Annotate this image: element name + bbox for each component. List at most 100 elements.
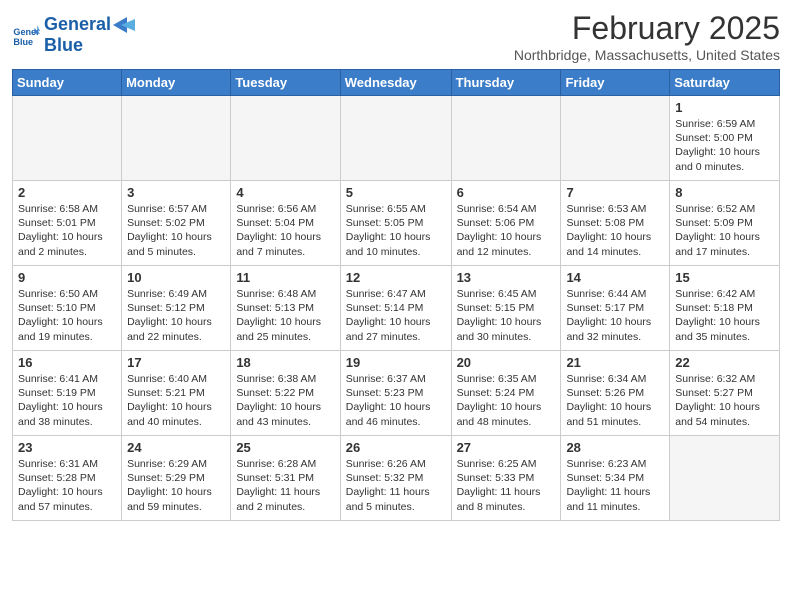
calendar-cell: 26 Sunrise: 6:26 AM Sunset: 5:32 PM Dayli…: [340, 436, 451, 521]
col-sunday: Sunday: [13, 70, 122, 96]
day-number: 15: [675, 270, 774, 285]
calendar-cell: 5 Sunrise: 6:55 AM Sunset: 5:05 PM Daylig…: [340, 181, 451, 266]
calendar-week-2: 9 Sunrise: 6:50 AM Sunset: 5:10 PM Daylig…: [13, 266, 780, 351]
day-number: 12: [346, 270, 446, 285]
calendar-cell: 23 Sunrise: 6:31 AM Sunset: 5:28 PM Dayli…: [13, 436, 122, 521]
calendar-cell: 13Sunrise: 6:45 AM Sunset: 5:15 PM Dayli…: [451, 266, 561, 351]
calendar-cell: 1 Sunrise: 6:59 AM Sunset: 5:00 PM Daylig…: [670, 96, 780, 181]
logo-icon: General Blue: [12, 21, 40, 49]
col-friday: Friday: [561, 70, 670, 96]
calendar-cell: 24Sunrise: 6:29 AM Sunset: 5:29 PM Dayli…: [122, 436, 231, 521]
day-info: Sunrise: 6:26 AM Sunset: 5:32 PM Dayligh…: [346, 457, 446, 514]
svg-text:Blue: Blue: [13, 37, 33, 47]
calendar-cell: 17Sunrise: 6:40 AM Sunset: 5:21 PM Dayli…: [122, 351, 231, 436]
day-info: Sunrise: 6:41 AM Sunset: 5:19 PM Dayligh…: [18, 372, 116, 429]
calendar-cell: [13, 96, 122, 181]
day-number: 25: [236, 440, 334, 455]
day-number: 23: [18, 440, 116, 455]
calendar-week-4: 23 Sunrise: 6:31 AM Sunset: 5:28 PM Dayli…: [13, 436, 780, 521]
calendar-cell: 2Sunrise: 6:58 AM Sunset: 5:01 PM Daylig…: [13, 181, 122, 266]
col-monday: Monday: [122, 70, 231, 96]
calendar-cell: [670, 436, 780, 521]
day-info: Sunrise: 6:54 AM Sunset: 5:06 PM Dayligh…: [457, 202, 556, 259]
day-number: 4: [236, 185, 334, 200]
day-number: 1: [675, 100, 774, 115]
day-number: 22: [675, 355, 774, 370]
calendar-cell: [451, 96, 561, 181]
day-info: Sunrise: 6:55 AM Sunset: 5:05 PM Dayligh…: [346, 202, 446, 259]
day-info: Sunrise: 6:35 AM Sunset: 5:24 PM Dayligh…: [457, 372, 556, 429]
day-number: 8: [675, 185, 774, 200]
day-info: Sunrise: 6:37 AM Sunset: 5:23 PM Dayligh…: [346, 372, 446, 429]
col-saturday: Saturday: [670, 70, 780, 96]
day-number: 20: [457, 355, 556, 370]
calendar-cell: 3 Sunrise: 6:57 AM Sunset: 5:02 PM Daylig…: [122, 181, 231, 266]
day-info: Sunrise: 6:47 AM Sunset: 5:14 PM Dayligh…: [346, 287, 446, 344]
day-number: 7: [566, 185, 664, 200]
logo-arrow-icon: [113, 17, 135, 33]
day-number: 16: [18, 355, 116, 370]
day-info: Sunrise: 6:59 AM Sunset: 5:00 PM Dayligh…: [675, 117, 774, 174]
logo-blue: Blue: [44, 35, 135, 56]
day-number: 17: [127, 355, 225, 370]
day-info: Sunrise: 6:45 AM Sunset: 5:15 PM Dayligh…: [457, 287, 556, 344]
day-info: Sunrise: 6:42 AM Sunset: 5:18 PM Dayligh…: [675, 287, 774, 344]
logo-general: General: [44, 14, 111, 35]
calendar-cell: 4 Sunrise: 6:56 AM Sunset: 5:04 PM Daylig…: [231, 181, 340, 266]
calendar-cell: 8 Sunrise: 6:52 AM Sunset: 5:09 PM Daylig…: [670, 181, 780, 266]
day-info: Sunrise: 6:49 AM Sunset: 5:12 PM Dayligh…: [127, 287, 225, 344]
col-wednesday: Wednesday: [340, 70, 451, 96]
logo: General Blue General Blue: [12, 14, 135, 56]
calendar-cell: 21Sunrise: 6:34 AM Sunset: 5:26 PM Dayli…: [561, 351, 670, 436]
day-number: 3: [127, 185, 225, 200]
calendar-cell: 20 Sunrise: 6:35 AM Sunset: 5:24 PM Dayli…: [451, 351, 561, 436]
location: Northbridge, Massachusetts, United State…: [514, 47, 780, 63]
day-info: Sunrise: 6:48 AM Sunset: 5:13 PM Dayligh…: [236, 287, 334, 344]
calendar-cell: 22 Sunrise: 6:32 AM Sunset: 5:27 PM Dayli…: [670, 351, 780, 436]
day-info: Sunrise: 6:28 AM Sunset: 5:31 PM Dayligh…: [236, 457, 334, 514]
calendar-cell: [231, 96, 340, 181]
day-number: 10: [127, 270, 225, 285]
day-info: Sunrise: 6:31 AM Sunset: 5:28 PM Dayligh…: [18, 457, 116, 514]
calendar-cell: 10 Sunrise: 6:49 AM Sunset: 5:12 PM Dayli…: [122, 266, 231, 351]
day-info: Sunrise: 6:57 AM Sunset: 5:02 PM Dayligh…: [127, 202, 225, 259]
calendar-cell: 28Sunrise: 6:23 AM Sunset: 5:34 PM Dayli…: [561, 436, 670, 521]
day-info: Sunrise: 6:50 AM Sunset: 5:10 PM Dayligh…: [18, 287, 116, 344]
day-info: Sunrise: 6:53 AM Sunset: 5:08 PM Dayligh…: [566, 202, 664, 259]
day-info: Sunrise: 6:58 AM Sunset: 5:01 PM Dayligh…: [18, 202, 116, 259]
day-number: 11: [236, 270, 334, 285]
day-number: 9: [18, 270, 116, 285]
day-number: 21: [566, 355, 664, 370]
calendar-cell: 27 Sunrise: 6:25 AM Sunset: 5:33 PM Dayli…: [451, 436, 561, 521]
calendar-cell: [561, 96, 670, 181]
col-tuesday: Tuesday: [231, 70, 340, 96]
day-info: Sunrise: 6:29 AM Sunset: 5:29 PM Dayligh…: [127, 457, 225, 514]
month-title: February 2025: [514, 10, 780, 47]
calendar-cell: [122, 96, 231, 181]
day-info: Sunrise: 6:38 AM Sunset: 5:22 PM Dayligh…: [236, 372, 334, 429]
calendar-cell: [340, 96, 451, 181]
calendar: Sunday Monday Tuesday Wednesday Thursday…: [12, 69, 780, 521]
day-number: 27: [457, 440, 556, 455]
calendar-cell: 12 Sunrise: 6:47 AM Sunset: 5:14 PM Dayli…: [340, 266, 451, 351]
calendar-cell: 25 Sunrise: 6:28 AM Sunset: 5:31 PM Dayli…: [231, 436, 340, 521]
calendar-week-1: 2Sunrise: 6:58 AM Sunset: 5:01 PM Daylig…: [13, 181, 780, 266]
day-info: Sunrise: 6:56 AM Sunset: 5:04 PM Dayligh…: [236, 202, 334, 259]
day-info: Sunrise: 6:44 AM Sunset: 5:17 PM Dayligh…: [566, 287, 664, 344]
calendar-cell: 11 Sunrise: 6:48 AM Sunset: 5:13 PM Dayli…: [231, 266, 340, 351]
calendar-cell: 6Sunrise: 6:54 AM Sunset: 5:06 PM Daylig…: [451, 181, 561, 266]
day-info: Sunrise: 6:52 AM Sunset: 5:09 PM Dayligh…: [675, 202, 774, 259]
calendar-cell: 19Sunrise: 6:37 AM Sunset: 5:23 PM Dayli…: [340, 351, 451, 436]
day-number: 18: [236, 355, 334, 370]
day-number: 26: [346, 440, 446, 455]
col-thursday: Thursday: [451, 70, 561, 96]
day-info: Sunrise: 6:25 AM Sunset: 5:33 PM Dayligh…: [457, 457, 556, 514]
day-info: Sunrise: 6:32 AM Sunset: 5:27 PM Dayligh…: [675, 372, 774, 429]
calendar-cell: 9 Sunrise: 6:50 AM Sunset: 5:10 PM Daylig…: [13, 266, 122, 351]
calendar-cell: 15 Sunrise: 6:42 AM Sunset: 5:18 PM Dayli…: [670, 266, 780, 351]
calendar-cell: 18 Sunrise: 6:38 AM Sunset: 5:22 PM Dayli…: [231, 351, 340, 436]
calendar-cell: 7 Sunrise: 6:53 AM Sunset: 5:08 PM Daylig…: [561, 181, 670, 266]
calendar-cell: 16 Sunrise: 6:41 AM Sunset: 5:19 PM Dayli…: [13, 351, 122, 436]
day-number: 5: [346, 185, 446, 200]
calendar-week-0: 1 Sunrise: 6:59 AM Sunset: 5:00 PM Daylig…: [13, 96, 780, 181]
